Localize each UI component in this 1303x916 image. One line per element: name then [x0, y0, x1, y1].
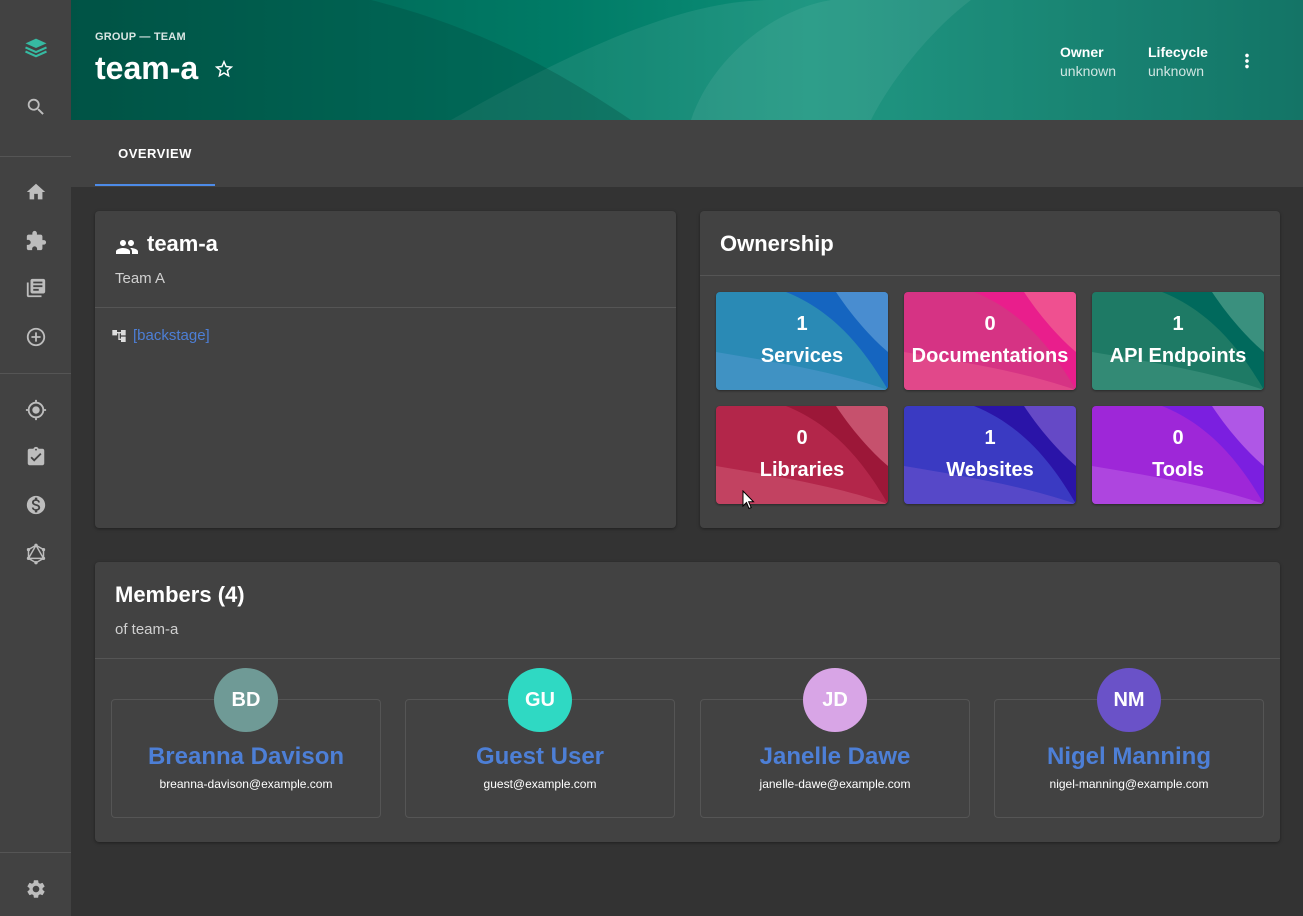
tile-background — [1092, 406, 1264, 504]
tile-kind: Documentations — [911, 345, 1069, 367]
parent-group-row: [backstage] — [111, 327, 210, 344]
member-name-link[interactable]: Guest User — [406, 743, 674, 771]
star-icon[interactable] — [213, 58, 235, 80]
member-email: nigel-manning@example.com — [1049, 777, 1209, 791]
header-background — [71, 0, 1303, 120]
ownership-tile[interactable]: 1 API Endpoints — [1092, 292, 1264, 390]
lifecycle-label: Lifecycle — [1148, 44, 1208, 60]
entity-header: GROUP — TEAM team-a Owner unknown Lifecy… — [71, 0, 1303, 120]
sidebar-divider — [0, 852, 71, 853]
sidebar — [0, 0, 71, 916]
owner-meta: Owner unknown — [1060, 44, 1116, 79]
page-title: team-a — [95, 50, 199, 86]
member-name-link[interactable]: Janelle Dawe — [701, 743, 969, 771]
entity-kind: GROUP — TEAM — [95, 31, 186, 43]
members-title: Members (4) — [115, 582, 245, 607]
money-icon[interactable] — [0, 485, 71, 525]
avatar: NM — [1097, 668, 1161, 732]
group-icon — [116, 240, 138, 254]
card-divider — [700, 275, 1280, 276]
sidebar-divider — [0, 373, 71, 374]
more-menu-button[interactable] — [1234, 48, 1260, 74]
profile-display-name: Team A — [115, 270, 166, 287]
tile-count: 0 — [984, 313, 996, 335]
tile-background — [1092, 292, 1264, 390]
ownership-tile[interactable]: 1 Websites — [904, 406, 1076, 504]
puzzle-icon[interactable] — [0, 221, 71, 261]
avatar: JD — [803, 668, 867, 732]
tile-count: 1 — [1172, 313, 1184, 335]
tile-count: 0 — [1172, 427, 1184, 449]
member-email: janelle-dawe@example.com — [759, 777, 911, 791]
assignment-icon[interactable] — [0, 437, 71, 477]
members-subtitle: of team-a — [115, 621, 179, 638]
tile-kind: Services — [760, 345, 844, 367]
tile-kind: Libraries — [759, 459, 845, 481]
owner-value: unknown — [1060, 63, 1117, 79]
avatar: BD — [214, 668, 278, 732]
owner-label: Owner — [1060, 44, 1104, 60]
graphql-icon[interactable] — [0, 534, 71, 574]
ownership-title: Ownership — [720, 231, 834, 256]
gear-icon[interactable] — [0, 869, 71, 909]
member-email: breanna-davison@example.com — [159, 777, 333, 791]
account-tree-icon — [112, 329, 126, 342]
tile-background — [904, 406, 1076, 504]
tile-count: 0 — [796, 427, 808, 449]
tile-kind: Tools — [1152, 459, 1204, 481]
ownership-tile[interactable]: 1 Services — [716, 292, 888, 390]
parent-group-link[interactable]: [backstage] — [133, 327, 210, 344]
member-email: guest@example.com — [483, 777, 597, 791]
lifecycle-meta: Lifecycle unknown — [1148, 44, 1208, 79]
profile-title: team-a — [147, 231, 218, 256]
tile-count: 1 — [796, 313, 808, 335]
ownership-tile[interactable]: 0 Tools — [1092, 406, 1264, 504]
library-icon[interactable] — [0, 268, 71, 308]
mouse-cursor-icon — [742, 490, 755, 510]
tab-overview[interactable]: OVERVIEW — [95, 120, 215, 187]
radar-icon[interactable] — [0, 390, 71, 430]
add-circle-icon[interactable] — [0, 317, 71, 357]
more-vert-icon — [1245, 53, 1249, 69]
card-divider — [95, 307, 676, 308]
ownership-tile[interactable]: 0 Documentations — [904, 292, 1076, 390]
tile-kind: API Endpoints — [1109, 345, 1247, 367]
member-name-link[interactable]: Nigel Manning — [995, 743, 1263, 771]
tile-background — [904, 292, 1076, 390]
active-tab-indicator — [95, 184, 215, 186]
tab-bar: OVERVIEW — [71, 120, 1303, 187]
lifecycle-value: unknown — [1148, 63, 1205, 79]
member-name-link[interactable]: Breanna Davison — [112, 743, 380, 771]
tile-kind: Websites — [946, 459, 1034, 481]
home-icon[interactable] — [0, 172, 71, 212]
card-divider — [95, 658, 1280, 659]
avatar: GU — [508, 668, 572, 732]
tile-background — [716, 292, 888, 390]
search-icon[interactable] — [0, 87, 71, 127]
sidebar-divider — [0, 156, 71, 157]
tile-count: 1 — [984, 427, 996, 449]
backstage-logo-icon[interactable] — [0, 28, 71, 68]
group-profile-card: team-a Team A [backstage] — [95, 211, 676, 528]
